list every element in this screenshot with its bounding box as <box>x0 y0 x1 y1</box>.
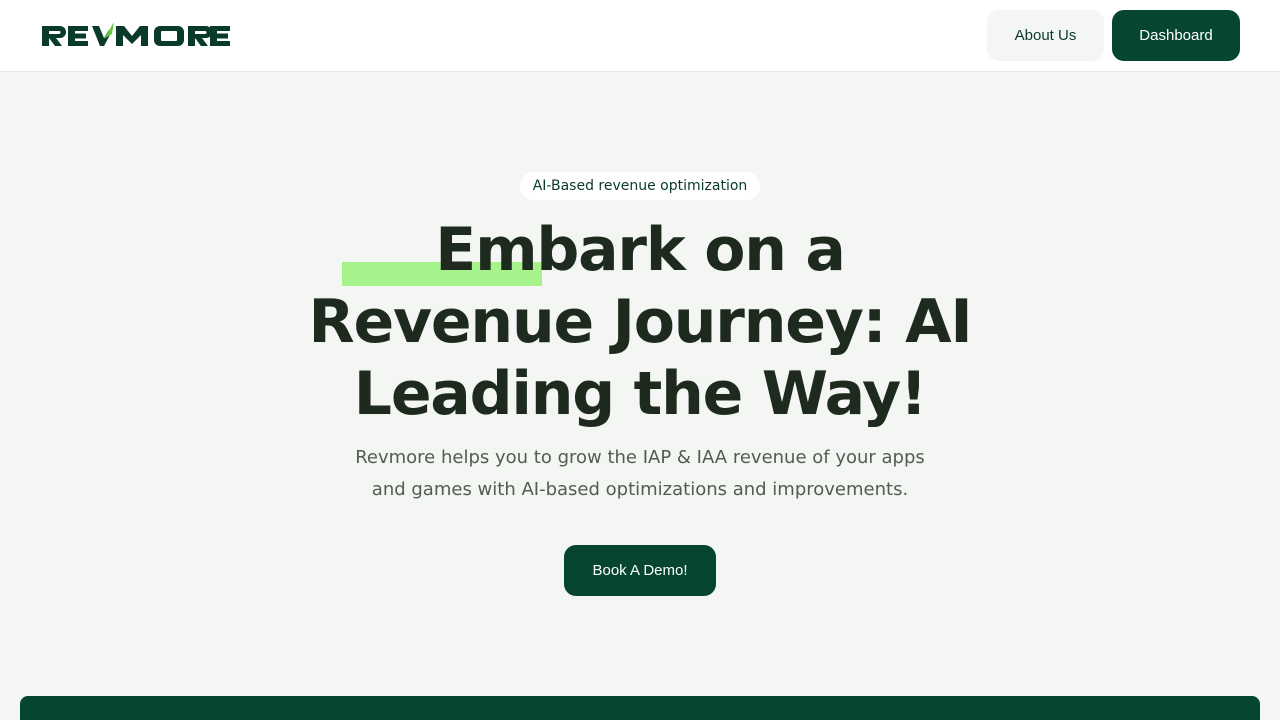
dashboard-button[interactable]: Dashboard <box>1112 10 1240 61</box>
hero-headline: Embark on a Revenue Journey: AI Leading … <box>308 215 973 429</box>
tagline-badge: AI-Based revenue optimization <box>520 172 760 200</box>
about-us-button[interactable]: About Us <box>987 10 1104 61</box>
hero-subtitle: Revmore helps you to grow the IAP & IAA … <box>355 447 925 500</box>
book-demo-button[interactable]: Book A Demo! <box>564 545 716 596</box>
top-nav-bar: About Us Dashboard <box>0 0 1280 72</box>
hero-headline-block: Embark on a Revenue Journey: AI Leading … <box>290 214 990 430</box>
next-section-band <box>20 696 1260 720</box>
revmore-logo[interactable] <box>40 22 230 50</box>
